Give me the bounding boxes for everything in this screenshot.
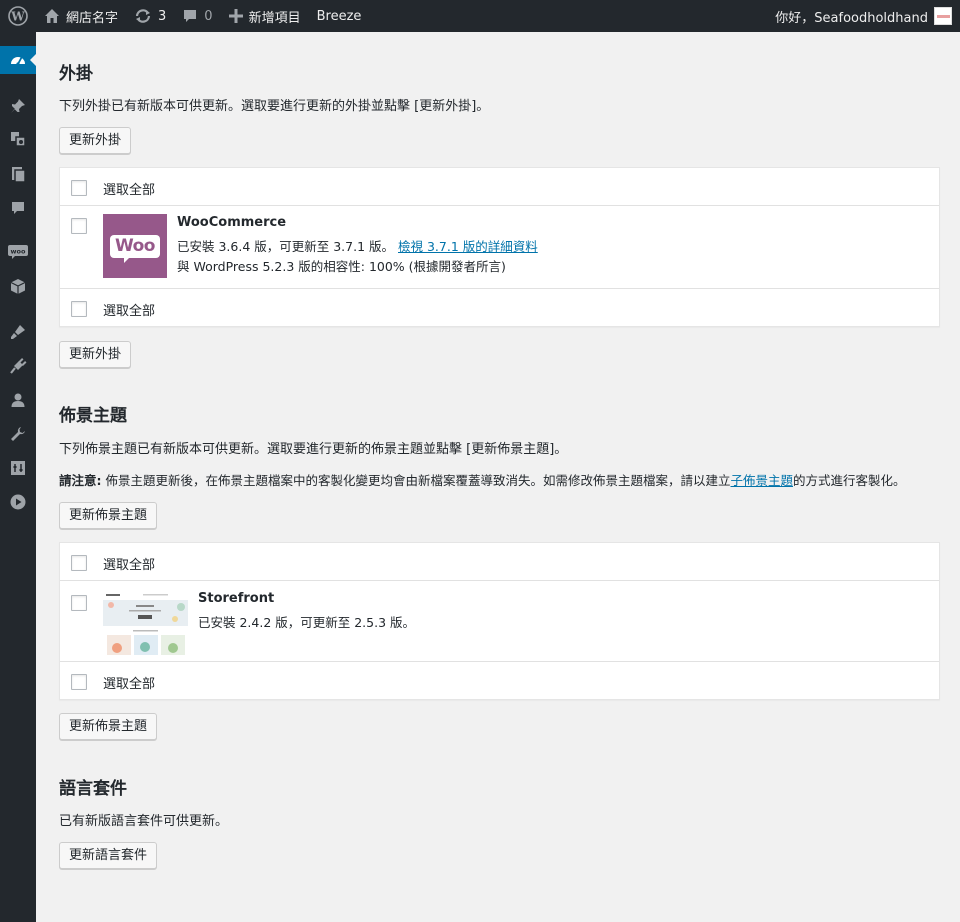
site-name-link[interactable]: 網店名字 <box>36 0 126 32</box>
admin-bar: W 網店名字 3 0 新增項目 Breeze 你好，Seafoodholdhan… <box>0 0 960 32</box>
products-icon[interactable] <box>0 273 36 301</box>
update-themes-button-bottom[interactable]: 更新佈景主題 <box>59 713 158 740</box>
woocommerce-icon[interactable]: woo <box>0 238 36 266</box>
update-themes-button-top[interactable]: 更新佈景主題 <box>59 502 158 529</box>
new-content-link[interactable]: 新增項目 <box>221 0 309 32</box>
plugin-row-woocommerce: Woo WooCommerce 已安裝 3.6.4 版，可更新至 3.7.1 版… <box>60 206 939 289</box>
site-name: 網店名字 <box>66 10 119 26</box>
tools-wrench-icon[interactable] <box>0 420 36 448</box>
select-all-checkbox-top[interactable] <box>71 555 87 571</box>
pages-icon[interactable] <box>0 160 36 188</box>
woocommerce-checkbox[interactable] <box>71 218 87 234</box>
theme-name: Storefront <box>198 591 275 606</box>
dashboard-icon[interactable] <box>0 46 36 74</box>
themes-select-all-row-top: 選取全部 <box>60 543 939 581</box>
appearance-brush-icon[interactable] <box>0 318 36 346</box>
video-play-icon[interactable] <box>0 488 36 516</box>
child-theme-link[interactable]: 子佈景主題 <box>730 473 793 488</box>
plugin-name: WooCommerce <box>177 215 287 230</box>
plugins-icon[interactable] <box>0 352 36 380</box>
users-icon[interactable] <box>0 386 36 414</box>
storefront-screenshot <box>103 591 188 655</box>
home-icon <box>44 8 60 24</box>
update-plugins-button-bottom[interactable]: 更新外掛 <box>59 341 132 368</box>
avatar <box>934 7 952 25</box>
settings-icon[interactable] <box>0 454 36 482</box>
select-all-label[interactable]: 選取全部 <box>103 554 155 573</box>
woocommerce-logo: Woo <box>103 214 167 278</box>
themes-select-all-row-bottom: 選取全部 <box>60 662 939 699</box>
plugins-select-all-row-top: 選取全部 <box>60 168 939 206</box>
updates-link[interactable]: 3 <box>126 0 174 32</box>
posts-pin-icon[interactable] <box>0 92 36 120</box>
storefront-checkbox[interactable] <box>71 595 87 611</box>
select-all-checkbox-bottom[interactable] <box>71 674 87 690</box>
breeze-link[interactable]: Breeze <box>309 0 370 32</box>
themes-heading: 佈景主題 <box>59 406 127 426</box>
refresh-icon <box>134 8 152 24</box>
plugins-table: 選取全部 Woo WooCommerce 已安裝 3.6.4 版，可更新至 3.… <box>59 167 940 327</box>
plugins-description: 下列外掛已有新版本可供更新。選取要進行更新的外掛並點擊 [更新外掛]。 <box>59 99 490 114</box>
plugin-version-line: 已安裝 3.6.4 版，可更新至 3.7.1 版。 檢視 3.7.1 版的詳細資… <box>177 236 538 255</box>
notice-text: 佈景主題更新後，在佈景主題檔案中的客製化變更均會由新檔案覆蓋導致消失。如需修改佈… <box>101 473 731 488</box>
plugin-compat-text: 與 WordPress 5.2.3 版的相容性: 100% (根據開發者所言) <box>177 259 506 274</box>
select-all-label[interactable]: 選取全部 <box>103 179 155 198</box>
wordpress-logo-icon[interactable]: W <box>0 0 36 32</box>
admin-menu: woo <box>0 32 36 922</box>
plugin-details-link[interactable]: 檢視 3.7.1 版的詳細資料 <box>398 239 538 254</box>
plugin-installed-text: 已安裝 3.6.4 版，可更新至 3.7.1 版。 <box>177 239 395 254</box>
select-all-checkbox-top[interactable] <box>71 180 87 196</box>
woo-logo-text: Woo <box>109 234 160 263</box>
theme-row-storefront: Storefront 已安裝 2.4.2 版，可更新至 2.5.3 版。 <box>60 581 939 662</box>
themes-description: 下列佈景主題已有新版本可供更新。選取要進行更新的佈景主題並點擊 [更新佈景主題]… <box>59 442 568 457</box>
svg-text:woo: woo <box>11 248 26 256</box>
comments-count: 0 <box>204 8 213 24</box>
select-all-label[interactable]: 選取全部 <box>103 673 155 692</box>
update-plugins-button-top[interactable]: 更新外掛 <box>59 127 132 154</box>
my-account[interactable]: 你好，Seafoodholdhand <box>775 7 960 26</box>
plugins-heading: 外掛 <box>59 64 93 84</box>
svg-text:W: W <box>10 10 25 24</box>
update-translations-button[interactable]: 更新語言套件 <box>59 842 158 869</box>
comments-link[interactable]: 0 <box>174 0 220 32</box>
new-content-label: 新增項目 <box>248 10 301 26</box>
select-all-checkbox-bottom[interactable] <box>71 301 87 317</box>
translations-heading: 語言套件 <box>59 779 127 799</box>
updates-count: 3 <box>158 8 167 24</box>
plugins-select-all-row-bottom: 選取全部 <box>60 289 939 326</box>
notice-tail: 的方式進行客製化。 <box>793 473 906 488</box>
plus-icon <box>228 9 243 23</box>
themes-notice: 請注意: 佈景主題更新後，在佈景主題檔案中的客製化變更均會由新檔案覆蓋導致消失。… <box>59 470 906 489</box>
breeze-label: Breeze <box>316 8 362 24</box>
media-icon[interactable] <box>0 125 36 153</box>
comments-icon[interactable] <box>0 194 36 222</box>
select-all-label[interactable]: 選取全部 <box>103 300 155 319</box>
theme-installed-text: 已安裝 2.4.2 版，可更新至 2.5.3 版。 <box>198 615 416 630</box>
comment-icon <box>182 8 198 24</box>
greeting: 你好，Seafoodholdhand <box>775 10 928 26</box>
translations-description: 已有新版語言套件可供更新。 <box>59 814 229 829</box>
notice-strong: 請注意: <box>59 473 102 488</box>
themes-table: 選取全部 Storefront 已安裝 2.4.2 版，可更新至 2.5.3 版… <box>59 542 940 700</box>
